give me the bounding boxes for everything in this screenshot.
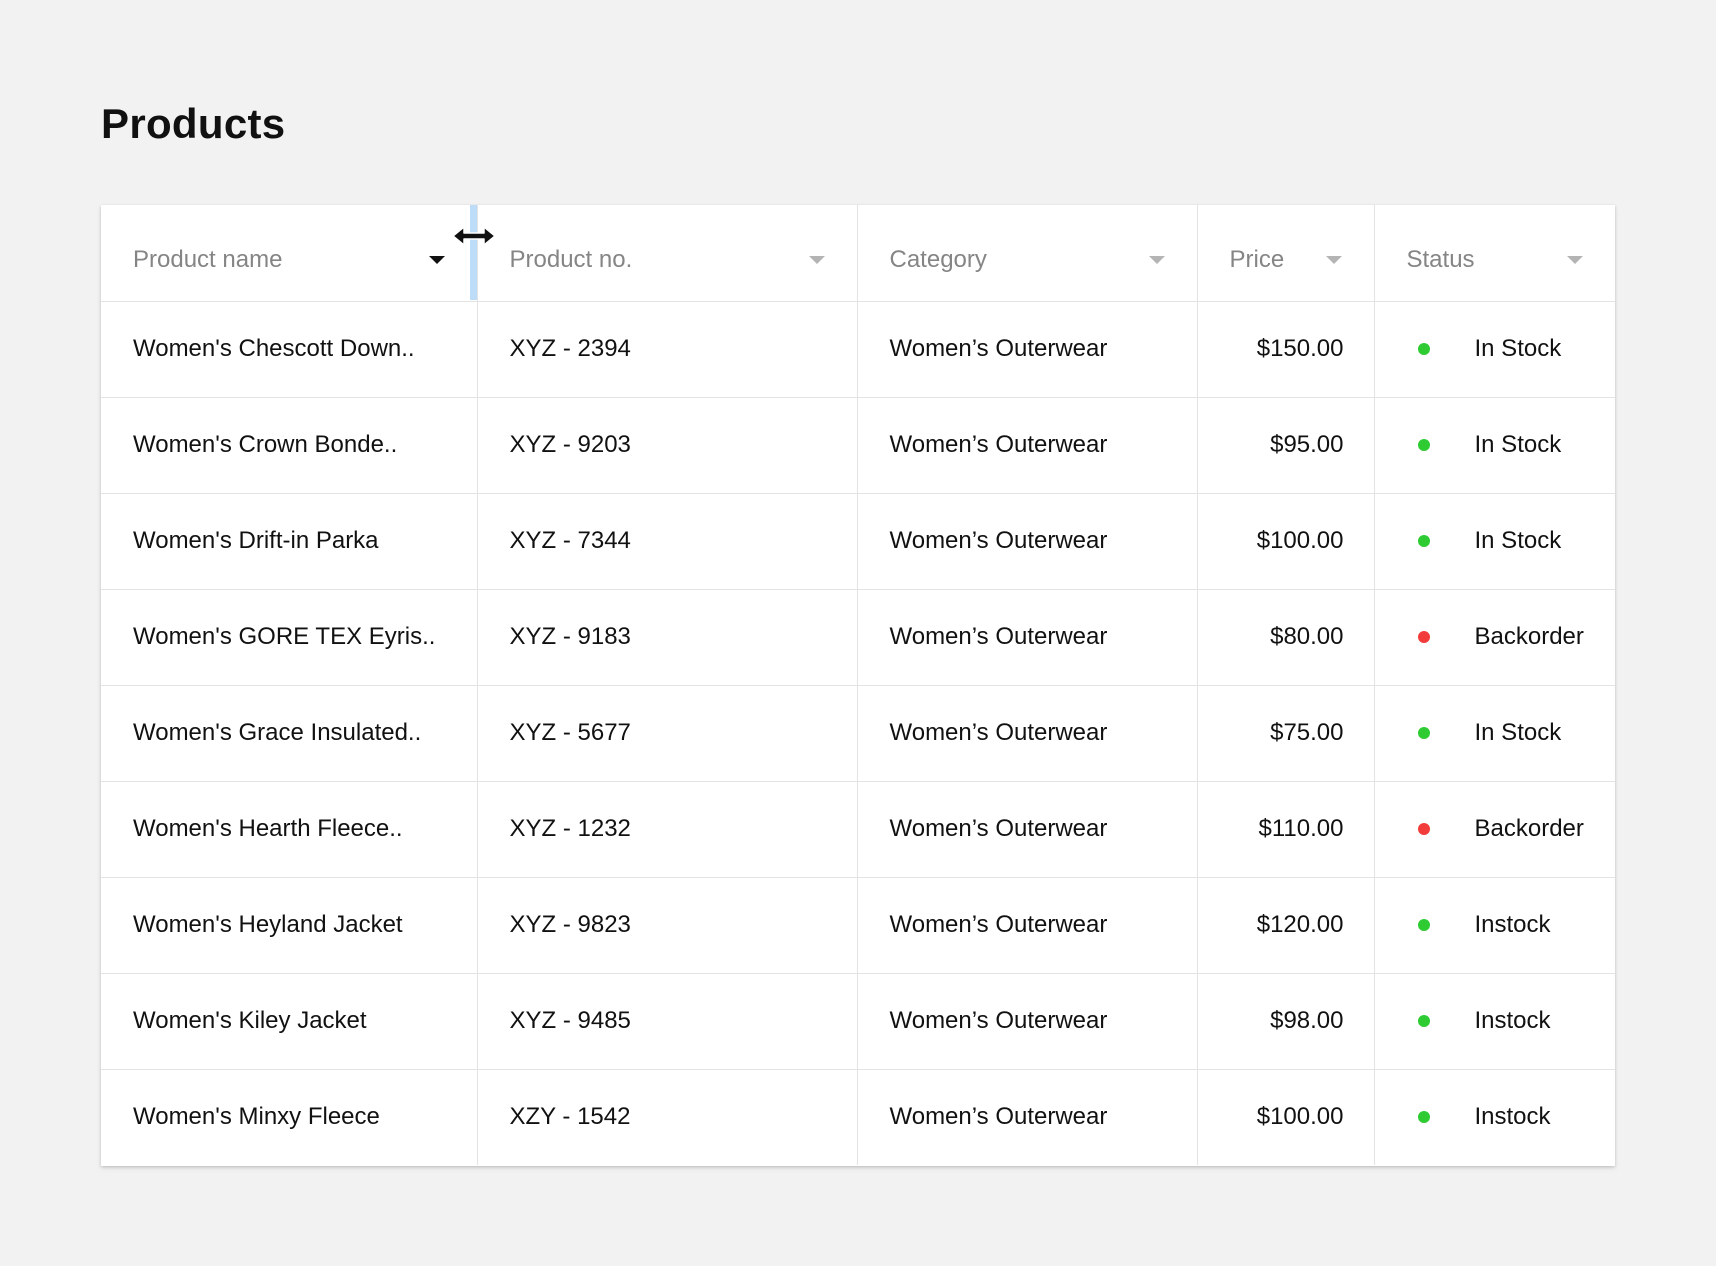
status-label: In Stock <box>1474 719 1562 746</box>
product-number-cell: XYZ - 7344 <box>477 493 858 590</box>
table-body: Women's Chescott Down.. XYZ - 2394 Women’s… <box>101 301 1615 1165</box>
status-dot-icon <box>1417 1111 1430 1124</box>
products-table: Product name Product no. Category Price … <box>101 205 1615 1165</box>
price-cell: $75.00 <box>1197 685 1375 782</box>
status-cell: In Stock <box>1374 301 1615 398</box>
price-cell: $100.00 <box>1197 1069 1375 1165</box>
status-dot-icon <box>1417 343 1430 355</box>
status-dot-icon <box>1417 1015 1430 1027</box>
status-cell: Instock <box>1374 973 1615 1070</box>
category-cell: Women’s Outerwear <box>857 973 1198 1070</box>
table-row[interactable]: Women's Chescott Down.. XYZ - 2394 Women’s… <box>101 301 1615 398</box>
column-header-label: Price <box>1229 245 1285 273</box>
column-header-category[interactable]: Category <box>857 205 1198 302</box>
category-cell: Women’s Outerwear <box>857 685 1198 782</box>
caret-down-icon[interactable] <box>1567 255 1583 264</box>
product-number-cell: XYZ - 9203 <box>477 397 858 494</box>
product-number-cell: XYZ - 1232 <box>477 781 858 878</box>
table-row[interactable]: Women's Heyland Jacket XYZ - 9823 Women’s … <box>101 877 1615 974</box>
product-number-cell: XYZ - 9485 <box>477 973 858 1070</box>
column-resize-handle[interactable] <box>470 205 477 300</box>
table-header-row: Product name Product no. Category Price … <box>101 205 1615 302</box>
product-name-cell: Women's Grace Insulated.. <box>101 685 478 782</box>
status-label: Instock <box>1474 1007 1551 1034</box>
table-row[interactable]: Women's Crown Bonde.. XYZ - 9203 Women’s O… <box>101 397 1615 494</box>
product-name-cell: Women's Heyland Jacket <box>101 877 478 974</box>
status-cell: In Stock <box>1374 397 1615 494</box>
price-cell: $95.00 <box>1197 397 1375 494</box>
table-row[interactable]: Women's Kiley Jacket XYZ - 9485 Women’s Ou… <box>101 973 1615 1070</box>
product-number-cell: XYZ - 2394 <box>477 301 858 398</box>
caret-down-icon[interactable] <box>428 255 445 264</box>
product-name-cell: Women's Crown Bonde.. <box>101 397 478 494</box>
page-title: Products <box>101 100 286 147</box>
column-header-label: Product no. <box>509 245 633 273</box>
caret-down-icon[interactable] <box>1325 255 1342 264</box>
resize-horizontal-icon <box>452 226 496 246</box>
price-cell: $120.00 <box>1197 877 1375 974</box>
column-header-label: Product name <box>133 245 283 273</box>
product-name-cell: Women's Kiley Jacket <box>101 973 478 1070</box>
category-cell: Women’s Outerwear <box>857 493 1198 590</box>
status-label: In Stock <box>1474 431 1562 458</box>
price-cell: $100.00 <box>1197 493 1375 590</box>
status-label: In Stock <box>1474 527 1562 554</box>
status-cell: Instock <box>1374 1069 1615 1165</box>
product-number-cell: XZY - 1542 <box>477 1069 858 1165</box>
product-number-cell: XYZ - 9183 <box>477 589 858 686</box>
status-cell: Backorder <box>1374 589 1615 686</box>
column-header-price[interactable]: Price <box>1197 205 1375 302</box>
caret-down-icon[interactable] <box>1148 255 1165 264</box>
status-label: Instock <box>1474 911 1551 938</box>
table-row[interactable]: Women's Hearth Fleece.. XYZ - 1232 Women’s… <box>101 781 1615 878</box>
product-name-cell: Women's Hearth Fleece.. <box>101 781 478 878</box>
caret-down-icon[interactable] <box>808 255 825 264</box>
status-label: In Stock <box>1474 335 1562 362</box>
category-cell: Women’s Outerwear <box>857 877 1198 974</box>
product-number-cell: XYZ - 9823 <box>477 877 858 974</box>
status-label: Backorder <box>1474 815 1584 842</box>
status-dot-icon <box>1417 919 1430 931</box>
table-row[interactable]: Women's Minxy Fleece XZY - 1542 Women’s Ou… <box>101 1069 1615 1165</box>
column-header-label: Category <box>889 245 987 273</box>
price-cell: $110.00 <box>1197 781 1375 878</box>
column-header-product-name[interactable]: Product name <box>101 205 478 302</box>
category-cell: Women’s Outerwear <box>857 781 1198 878</box>
price-cell: $98.00 <box>1197 973 1375 1070</box>
table-row[interactable]: Women's GORE TEX Eyris.. XYZ - 9183 Women’… <box>101 589 1615 686</box>
status-dot-icon <box>1417 727 1430 739</box>
table-row[interactable]: Women's Grace Insulated.. XYZ - 5677 Women… <box>101 685 1615 782</box>
category-cell: Women’s Outerwear <box>857 1069 1198 1165</box>
column-header-label: Status <box>1406 245 1475 273</box>
product-name-cell: Women's GORE TEX Eyris.. <box>101 589 478 686</box>
status-dot-icon <box>1417 535 1430 547</box>
status-label: Instock <box>1474 1103 1551 1131</box>
price-cell: $80.00 <box>1197 589 1375 686</box>
product-name-cell: Women's Drift-in Parka <box>101 493 478 590</box>
status-cell: In Stock <box>1374 493 1615 590</box>
product-name-cell: Women's Minxy Fleece <box>101 1069 478 1165</box>
category-cell: Women’s Outerwear <box>857 589 1198 686</box>
product-number-cell: XYZ - 5677 <box>477 685 858 782</box>
status-dot-icon <box>1417 631 1430 643</box>
category-cell: Women’s Outerwear <box>857 397 1198 494</box>
products-table-card: Product name Product no. Category Price … <box>101 205 1615 1166</box>
product-name-cell: Women's Chescott Down.. <box>101 301 478 398</box>
column-header-product-no[interactable]: Product no. <box>477 205 858 302</box>
table-row[interactable]: Women's Drift-in Parka XYZ - 7344 Women’s … <box>101 493 1615 590</box>
column-header-status[interactable]: Status <box>1374 205 1615 302</box>
status-dot-icon <box>1417 823 1430 835</box>
price-cell: $150.00 <box>1197 301 1375 398</box>
status-label: Backorder <box>1474 623 1584 650</box>
status-cell: Backorder <box>1374 781 1615 878</box>
status-cell: In Stock <box>1374 685 1615 782</box>
category-cell: Women’s Outerwear <box>857 301 1198 398</box>
status-cell: Instock <box>1374 877 1615 974</box>
status-dot-icon <box>1417 439 1430 451</box>
